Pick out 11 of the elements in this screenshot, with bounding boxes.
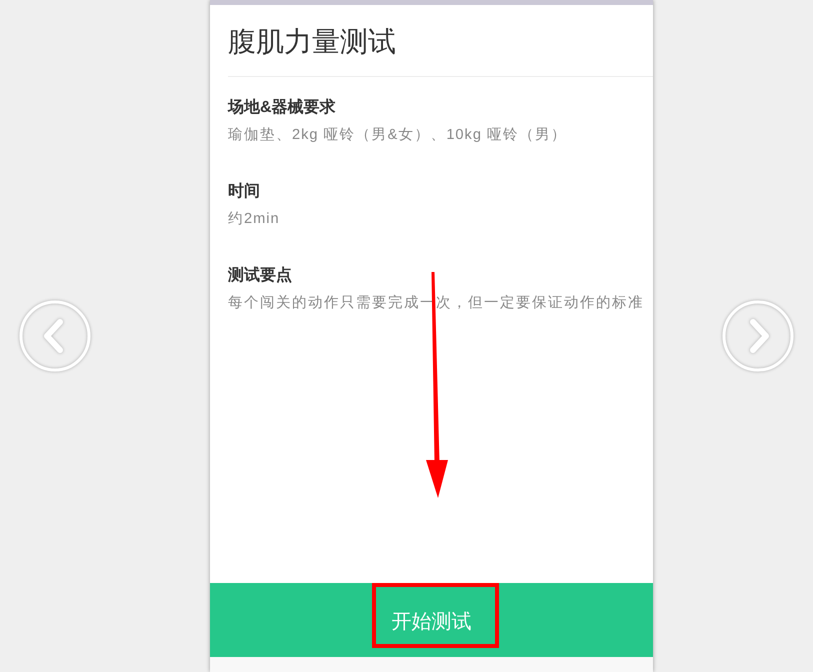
left-chevron-circle-icon xyxy=(19,300,91,372)
section-heading: 时间 xyxy=(228,182,260,202)
section-heading: 场地&器械要求 xyxy=(228,98,336,118)
section-heading: 测试要点 xyxy=(228,266,292,286)
right-chevron-circle-icon xyxy=(722,300,794,372)
page-title: 腹肌力量测试 xyxy=(228,25,396,59)
section-text: 约2min xyxy=(228,210,280,229)
previous-button[interactable] xyxy=(19,300,91,372)
start-button[interactable]: 开始测试 xyxy=(210,583,653,657)
next-button[interactable] xyxy=(722,300,794,372)
section-text: 瑜伽垫、2kg 哑铃（男&女）、10kg 哑铃（男） xyxy=(228,126,568,145)
